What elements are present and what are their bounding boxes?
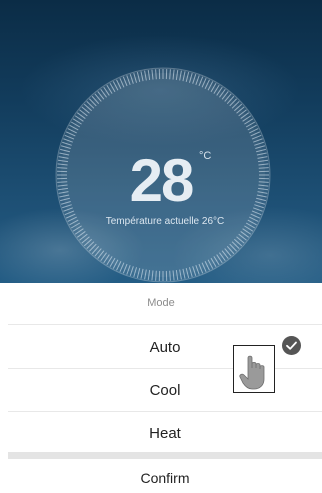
set-temperature-value: 28 [129, 147, 195, 214]
hand-pointer-icon [233, 345, 275, 393]
dial-tick [57, 167, 68, 169]
current-temperature-label: Température actuelle 26°C [105, 216, 225, 227]
option-heat[interactable]: Heat [8, 412, 322, 455]
sheet-separator [8, 452, 322, 459]
confirm-button[interactable]: Confirm [8, 463, 322, 493]
dial-tick [155, 69, 157, 80]
dial-tick [155, 270, 157, 281]
dial-tick [258, 167, 269, 169]
dial-tick [169, 69, 171, 80]
selected-check-icon [282, 336, 301, 355]
thermostat-panel: 28 °C Température actuelle 26°C [0, 0, 322, 283]
dial-tick [57, 181, 68, 183]
dial-tick [169, 270, 171, 281]
temperature-unit: °C [199, 150, 212, 162]
divider [8, 324, 322, 325]
temperature-dial[interactable] [0, 0, 322, 283]
sheet-title: Mode [147, 297, 175, 309]
dial-tick [258, 181, 269, 183]
